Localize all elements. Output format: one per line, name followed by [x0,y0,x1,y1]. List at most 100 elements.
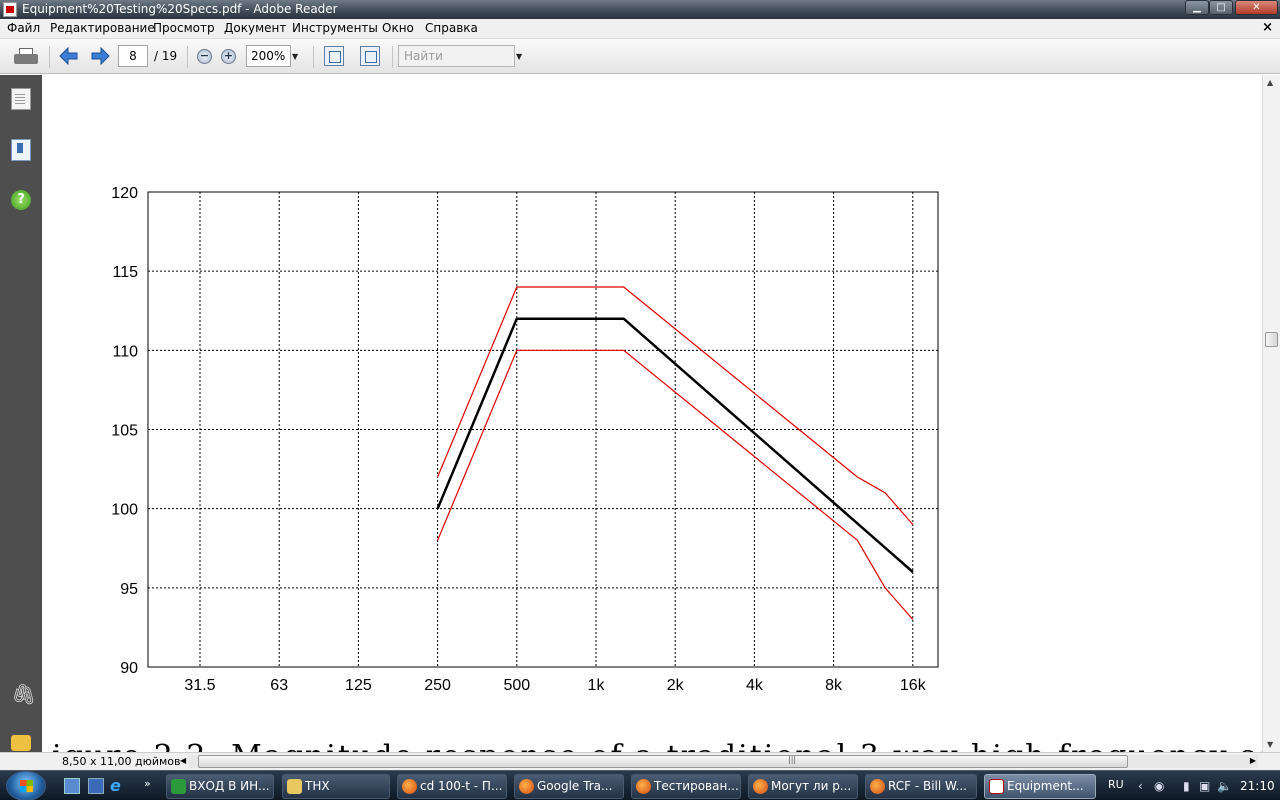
firefox-icon [402,779,417,794]
desktop-icon[interactable] [64,778,80,794]
scroll-right-icon[interactable]: ▶ [1250,756,1256,765]
y-tick-label: 115 [112,264,138,281]
minimize-button[interactable]: ▁ [1185,0,1209,15]
toolbar-separator [392,46,393,68]
menu-edit[interactable]: Редактирование [50,21,155,35]
menu-document[interactable]: Документ [224,21,286,35]
menu-help[interactable]: Справка [425,21,478,35]
taskbar-item[interactable]: Google Tra... [514,774,624,799]
menu-window[interactable]: Окно [382,21,414,35]
y-tick-label: 120 [111,185,138,202]
attachments-icon[interactable]: 🖇 [11,682,36,706]
firefox-icon [870,779,885,794]
comments-icon[interactable] [11,735,31,751]
y-tick-label: 100 [111,502,138,519]
firefox-icon [519,779,534,794]
x-tick-label: 500 [503,677,530,694]
vertical-scrollbar[interactable]: ▲ ▼ [1262,75,1280,752]
maximize-button[interactable]: □ [1209,0,1233,15]
close-window-button[interactable]: ✕ [1235,0,1278,15]
volume-icon[interactable]: 🔈 [1217,779,1232,793]
y-tick-label: 110 [112,343,138,360]
menu-tools[interactable]: Инструменты [292,21,378,35]
x-tick-label: 31.5 [184,677,215,694]
folder-icon [287,779,302,794]
close-document-button[interactable]: × [1262,20,1273,35]
fit-page-icon[interactable] [324,46,344,66]
bookmarks-panel-icon[interactable] [11,139,31,161]
app-icon [171,779,186,794]
pages-panel-icon[interactable] [11,88,31,110]
scroll-left-icon[interactable]: ◀ [180,756,186,765]
previous-page-icon[interactable] [59,46,79,66]
x-tick-label: 4k [746,677,764,694]
zoom-in-icon[interactable]: + [221,49,236,64]
taskbar: e » ВХОД В ИН... THX cd 100-t - П... Goo… [0,770,1280,800]
y-tick-label: 95 [120,581,138,598]
x-tick-label: 1k [588,677,606,694]
plot-frame [147,191,939,668]
start-button[interactable] [6,771,46,800]
help-icon[interactable]: ? [11,190,31,210]
chevron-left-icon[interactable]: ‹ [1138,779,1143,793]
x-tick-label: 2k [667,677,685,694]
toolbar-separator [187,46,188,68]
taskbar-item[interactable]: RCF - Bill W... [865,774,977,799]
menu-bar: Файл Редактирование Просмотр Документ Ин… [0,19,1280,39]
toolbar-separator [49,46,50,68]
title-bar: Equipment%20Testing%20Specs.pdf - Adobe … [0,0,1280,19]
zoom-dropdown-icon[interactable]: ▼ [292,52,298,61]
quicklaunch-more-icon[interactable]: » [144,777,160,793]
x-tick-label: 125 [345,677,372,694]
horizontal-scrollbar[interactable]: ◀ ||| ▶ [180,755,1258,768]
figure-caption: igure 2.2: Magnitude response of a tradi… [52,739,1262,752]
toolbar: 8 / 19 − + 200% ▼ Найти ▼ [0,39,1280,74]
scroll-down-icon[interactable]: ▼ [1267,740,1273,749]
print-icon[interactable] [14,47,38,67]
page-total: / 19 [154,49,178,63]
switch-windows-icon[interactable] [88,778,104,794]
taskbar-item[interactable]: THX [282,774,390,799]
scroll-grip-icon: ||| [788,755,797,764]
x-tick-label: 8k [825,677,843,694]
fit-width-icon[interactable] [360,46,380,66]
taskbar-item[interactable]: Могут ли р... [748,774,858,799]
taskbar-item[interactable]: cd 100-t - П... [397,774,507,799]
taskbar-item[interactable]: ВХОД В ИН... [166,774,274,799]
adobe-reader-icon [3,2,17,17]
x-tick-label: 250 [424,677,451,694]
internet-explorer-icon[interactable]: e [110,776,126,795]
help-tray-icon[interactable]: ◉ [1154,779,1164,793]
document-view: 90 95 100 105 110 115 120 31.5 63 125 250 500 1k 2k 4k… [42,75,1262,752]
menu-file[interactable]: Файл [7,21,40,35]
vertical-scroll-thumb[interactable] [1265,332,1278,347]
window-title: Equipment%20Testing%20Specs.pdf - Adobe … [22,2,338,16]
taskbar-item[interactable]: Тестирован... [631,774,741,799]
y-tick-label: 90 [120,660,138,677]
pdf-icon [989,779,1004,794]
page-number-input[interactable]: 8 [118,45,148,67]
horizontal-scroll-thumb[interactable] [198,755,1128,768]
navigation-sidebar: ? 🖇 [0,75,42,752]
page-size-label: 8,50 x 11,00 дюймов [62,755,181,768]
zoom-level-input[interactable]: 200% [246,45,291,67]
taskbar-item-active[interactable]: Equipment... [984,774,1096,799]
magnitude-response-chart: 90 95 100 105 110 115 120 31.5 63 125 250 500 1k 2k 4k… [111,185,939,694]
firefox-icon [753,779,768,794]
clock: 21:10 [1240,779,1275,793]
toolbar-separator [313,46,314,68]
x-tick-label: 63 [270,677,288,694]
x-tick-label: 16k [900,677,927,694]
search-dropdown-icon[interactable]: ▼ [516,52,522,61]
language-indicator[interactable]: RU [1108,778,1124,791]
scroll-up-icon[interactable]: ▲ [1267,78,1273,87]
status-bar: 8,50 x 11,00 дюймов ◀ ||| ▶ [0,752,1280,770]
search-input[interactable]: Найти [398,45,515,67]
battery-icon[interactable]: ▮ [1183,779,1190,793]
menu-view[interactable]: Просмотр [153,21,215,35]
y-tick-label: 105 [111,423,138,440]
firefox-icon [636,779,651,794]
next-page-icon[interactable] [90,46,110,66]
network-icon[interactable]: ▣ [1199,779,1210,793]
zoom-out-icon[interactable]: − [197,49,212,64]
